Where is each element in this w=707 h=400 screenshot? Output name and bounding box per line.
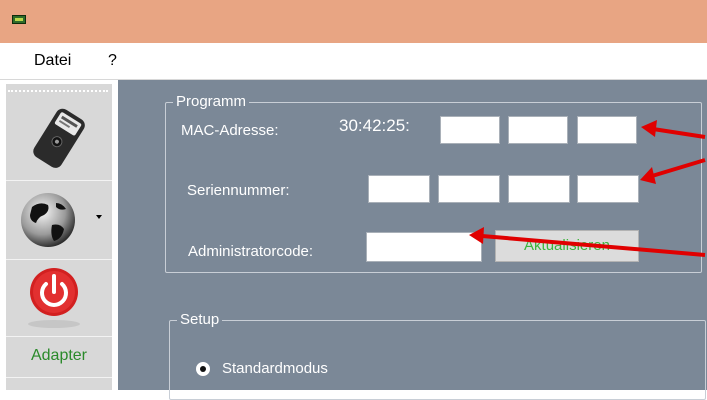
power-icon xyxy=(28,268,80,328)
power-button[interactable] xyxy=(6,260,112,336)
mac-field-2[interactable] xyxy=(508,116,568,144)
left-toolbar: Adapter xyxy=(0,80,118,390)
remote-key-button[interactable] xyxy=(6,96,112,180)
admin-code-field[interactable] xyxy=(366,232,482,262)
mac-label: MAC-Adresse: xyxy=(181,122,279,139)
title-bar xyxy=(0,0,707,43)
adapter-button[interactable]: Adapter xyxy=(6,347,112,365)
globe-dropdown-button[interactable] xyxy=(6,181,112,259)
mac-prefix: 30:42:25: xyxy=(339,116,410,135)
menu-datei[interactable]: Datei xyxy=(34,52,71,70)
toolbar-separator xyxy=(6,336,112,337)
mac-field-3[interactable] xyxy=(577,116,637,144)
update-button[interactable]: Aktualisieren xyxy=(495,230,639,262)
standard-mode-label: Standardmodus xyxy=(222,360,328,377)
serial-field-3[interactable] xyxy=(508,175,570,203)
programm-group-title: Programm xyxy=(173,93,250,111)
setup-group-title: Setup xyxy=(177,311,223,329)
serial-field-4[interactable] xyxy=(577,175,639,203)
toolbar-grip[interactable] xyxy=(8,90,108,92)
toolbar-separator xyxy=(6,377,112,378)
serial-label: Seriennummer: xyxy=(187,182,290,199)
mac-field-1[interactable] xyxy=(440,116,500,144)
standard-mode-radio[interactable] xyxy=(196,362,210,376)
app-icon xyxy=(12,15,26,24)
main-panel: Programm MAC-Adresse: 30:42:25: Seriennu… xyxy=(118,80,707,400)
menu-help[interactable]: ? xyxy=(108,52,117,70)
key-fob-icon xyxy=(33,108,85,168)
serial-field-1[interactable] xyxy=(368,175,430,203)
chevron-down-icon xyxy=(96,215,102,219)
admin-code-label: Administratorcode: xyxy=(188,243,314,260)
serial-field-2[interactable] xyxy=(438,175,500,203)
toolbar-panel: Adapter xyxy=(6,84,112,390)
globe-icon xyxy=(21,193,75,247)
menu-bar: Datei ? xyxy=(0,43,707,80)
